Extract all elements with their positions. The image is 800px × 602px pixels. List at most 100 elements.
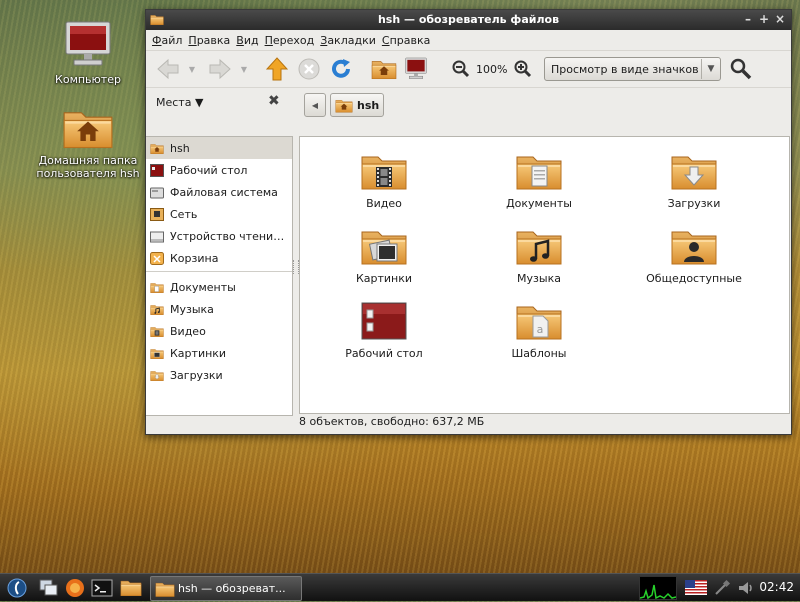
menu-view[interactable]: Вид [236, 34, 258, 47]
path-left-button[interactable]: ◀ [304, 93, 326, 117]
clock[interactable]: 02:42 [759, 580, 794, 594]
file-item-downloads[interactable]: Загрузки [629, 151, 759, 210]
view-mode-select[interactable]: Просмотр в виде значков ▼ [544, 57, 721, 81]
home-folder-icon [335, 98, 353, 113]
start-menu-icon [7, 578, 27, 597]
window-title: hsh — обозреватель файлов [377, 13, 560, 26]
browser-launcher[interactable] [64, 577, 86, 598]
computer-button[interactable] [402, 57, 430, 81]
templates-folder-icon: a [515, 301, 563, 341]
stop-button[interactable] [296, 57, 322, 81]
stop-icon [298, 58, 320, 80]
menubar: Файл Правка Вид Переход Закладки Справка [146, 30, 791, 51]
file-item-label: Загрузки [667, 197, 721, 210]
sidebar-item-music[interactable]: Музыка [146, 298, 292, 320]
home-button[interactable] [370, 57, 398, 81]
file-item-label: Картинки [355, 272, 413, 285]
show-desktop-button[interactable] [38, 577, 60, 598]
home-folder-icon [62, 105, 114, 151]
menu-bookmarks[interactable]: Закладки [320, 34, 376, 47]
close-window-button[interactable]: × [773, 12, 787, 26]
task-label: hsh — обозреват... [178, 582, 286, 595]
sidebar-item-desktop[interactable]: Рабочий стол [146, 159, 292, 181]
sidebar-item-documents[interactable]: Документы [146, 276, 292, 298]
network-status[interactable] [712, 577, 732, 598]
sidebar-item-filesystem[interactable]: Файловая система [146, 181, 292, 203]
file-item-label: Рабочий стол [345, 347, 423, 360]
sidebar-item-trash[interactable]: Корзина [146, 247, 292, 269]
zoom-in-icon [514, 60, 532, 78]
menu-go[interactable]: Переход [265, 34, 315, 47]
volume-control[interactable] [736, 577, 756, 598]
desktop-computer-icon[interactable]: Компьютер [33, 20, 143, 86]
taskbar: hsh — обозреват... 02:42 [0, 573, 800, 601]
sidebar-item-label: hsh [170, 141, 190, 155]
file-item-music[interactable]: Музыка [474, 226, 604, 285]
file-item-video[interactable]: Видео [319, 151, 449, 210]
sidebar-item-downloads[interactable]: Загрузки [146, 364, 292, 386]
documents-folder-icon [150, 281, 164, 294]
sidebar-item-video[interactable]: Видео [146, 320, 292, 342]
zoom-out-button[interactable] [450, 57, 472, 81]
back-button[interactable] [154, 57, 182, 81]
downloads-folder-icon [670, 151, 718, 191]
desktop-icon-label-2: пользователя hsh [36, 167, 140, 180]
back-arrow-icon [157, 58, 179, 80]
titlebar[interactable]: hsh — обозреватель файлов – + × [146, 10, 791, 30]
home-folder-icon [371, 58, 397, 80]
file-view: Видео Документы Загрузки Картинки Музыка… [299, 136, 790, 414]
public-folder-icon [670, 226, 718, 266]
file-item-label: Общедоступные [646, 272, 742, 285]
sidebar-item-drive[interactable]: Устройство чтени… [146, 225, 292, 247]
path-segment-home[interactable]: hsh [330, 93, 385, 117]
reload-button[interactable] [328, 57, 354, 81]
file-manager-launcher[interactable] [118, 577, 144, 598]
forward-button[interactable] [206, 57, 234, 81]
file-item-documents[interactable]: Документы [474, 151, 604, 210]
network-plug-icon [715, 579, 731, 595]
zoom-level[interactable]: 100% [476, 63, 507, 76]
sidebar-item-network[interactable]: Сеть [146, 203, 292, 225]
up-button[interactable] [264, 57, 290, 81]
desktop-home-folder[interactable]: Домашняя папка пользователя hsh [33, 105, 143, 180]
terminal-launcher[interactable] [90, 577, 114, 598]
sidebar-item-home[interactable]: hsh [146, 137, 292, 159]
sidebar-item-label: Корзина [170, 251, 219, 265]
downloads-folder-icon [150, 369, 164, 382]
file-item-public[interactable]: Общедоступные [629, 226, 759, 285]
keyboard-layout-indicator[interactable] [684, 577, 708, 598]
minimize-button[interactable]: – [741, 12, 755, 26]
sidebar-item-label: Музыка [170, 302, 214, 316]
menu-help[interactable]: Справка [382, 34, 430, 47]
video-folder-icon [150, 325, 164, 338]
back-history-dropdown[interactable]: ▼ [186, 57, 198, 81]
maximize-button[interactable]: + [757, 12, 771, 26]
taskbar-task-file-manager[interactable]: hsh — обозреват... [150, 576, 302, 601]
menu-file[interactable]: Файл [152, 34, 182, 47]
forward-history-dropdown[interactable]: ▼ [238, 57, 250, 81]
desktop-folder-icon [361, 302, 407, 340]
start-menu-button[interactable] [6, 577, 28, 598]
browser-icon [66, 578, 84, 597]
search-button[interactable] [728, 57, 754, 81]
menu-edit[interactable]: Правка [188, 34, 230, 47]
pictures-folder-icon [150, 347, 164, 360]
close-sidebar-icon[interactable]: ✖ [268, 93, 280, 109]
home-icon [150, 142, 164, 155]
reload-icon [332, 59, 350, 78]
svg-text:a: a [537, 323, 544, 336]
cpu-monitor[interactable] [639, 576, 677, 600]
sidebar-item-label: Рабочий стол [170, 163, 248, 177]
sidebar-item-pictures[interactable]: Картинки [146, 342, 292, 364]
file-item-templates[interactable]: a Шаблоны [474, 301, 604, 360]
file-item-pictures[interactable]: Картинки [319, 226, 449, 285]
documents-folder-icon [515, 151, 563, 191]
file-item-desktop[interactable]: Рабочий стол [319, 301, 449, 360]
zoom-in-button[interactable] [512, 57, 534, 81]
places-header[interactable]: Места ▼ [156, 96, 203, 109]
filesystem-icon [150, 187, 164, 198]
file-manager-window: hsh — обозреватель файлов – + × Файл Пра… [145, 9, 792, 435]
chevron-left-icon: ◀ [311, 100, 319, 110]
desktop-icon-label: Компьютер [55, 73, 121, 86]
toolbar: ▼ ▼ 100% Просмотр в виде значков ▼ [146, 51, 791, 88]
